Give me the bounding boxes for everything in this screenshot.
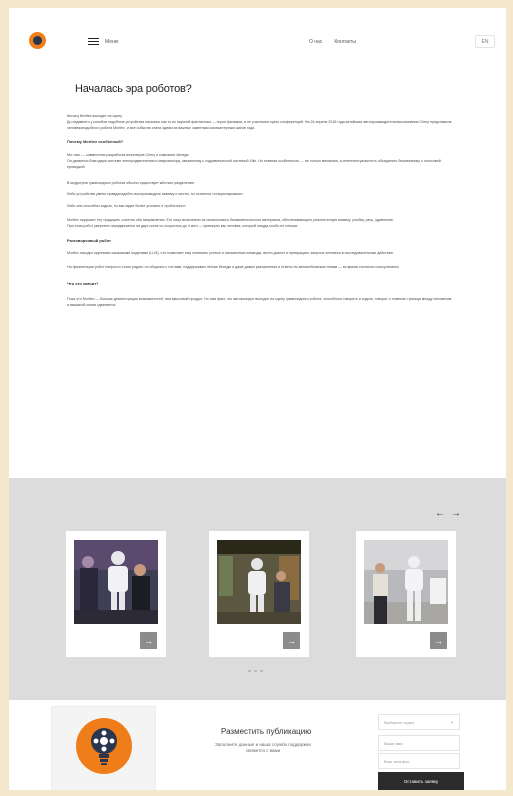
open-card-button[interactable]: → [430, 632, 447, 649]
article-subheading: Почему Moritex особенный? [67, 139, 124, 145]
chevron-down-icon: ⌄ [449, 719, 454, 725]
department-select[interactable]: Выберите отдел ⌄ [378, 714, 460, 730]
language-switch[interactable]: EN [475, 35, 495, 48]
arrow-left-icon[interactable]: ← [435, 509, 445, 519]
department-select-placeholder: Выберите отдел [384, 719, 415, 725]
top-nav: О нас Контакты [309, 39, 356, 45]
site-logo[interactable] [29, 32, 46, 49]
article-paragraph: Либо они способны ходить, но выглядят бо… [67, 204, 187, 209]
page: Меню О нас Контакты EN Началась эра робо… [9, 8, 506, 790]
nav-about[interactable]: О нас [309, 39, 322, 45]
article-paragraph: Он движется благодаря системе электродви… [67, 158, 441, 169]
open-card-button[interactable]: → [283, 632, 300, 649]
footer-logo [51, 706, 156, 790]
carousel-dot[interactable] [260, 670, 263, 672]
article-body: Китаец Moritex выходит на сцену До недав… [67, 114, 452, 308]
robot-photo [364, 540, 448, 624]
submit-button[interactable]: Оставить заявку [378, 772, 464, 790]
gallery-card[interactable]: → [66, 531, 166, 657]
bulb-film-icon [76, 718, 132, 774]
publish-title: Разместить публикацию [221, 727, 312, 736]
carousel-dot[interactable] [254, 670, 257, 672]
name-field[interactable]: Ваше имя [378, 735, 460, 751]
article-paragraph: На презентации робот непросто стоял рядо… [67, 265, 400, 270]
article-paragraph: При этом робот уверенно передвигается на… [67, 223, 299, 228]
article-paragraph: В индустрии гуманоидных роботов обычно с… [67, 180, 195, 185]
phone-field-placeholder: Ваш телефон [384, 758, 410, 764]
robot-photo [74, 540, 158, 624]
gallery-card[interactable]: → [209, 531, 309, 657]
publish-section: Разместить публикацию Заполните данные и… [9, 700, 506, 790]
gallery-card[interactable]: → [356, 531, 456, 657]
publish-subtitle: Заполните данные и наша служба поддержки… [215, 742, 311, 753]
carousel-dots [248, 670, 263, 672]
article-paragraph: Пока что Moritex — больше демонстрация в… [67, 296, 452, 307]
article-paragraph: Moritex находит крупными языковыми модел… [67, 251, 394, 256]
gallery-arrows: ← → [435, 509, 461, 519]
robot-photo [217, 540, 301, 624]
article-paragraph: Либо устройства умеют правдоподобно восп… [67, 192, 244, 197]
hamburger-icon [88, 38, 99, 45]
article-paragraph: До недавнего у колобов подобные устройст… [67, 119, 452, 130]
menu-button[interactable]: Меню [88, 38, 119, 45]
carousel-dot[interactable] [248, 670, 251, 672]
phone-field[interactable]: Ваш телефон [378, 753, 460, 769]
menu-label: Меню [105, 38, 119, 45]
article-title: Началась эра роботов? [75, 83, 192, 95]
name-field-placeholder: Ваше имя [384, 740, 403, 746]
article-subheading: Разговорчивый робот [67, 237, 112, 243]
open-card-button[interactable]: → [140, 632, 157, 649]
arrow-right-icon[interactable]: → [451, 509, 461, 519]
article-subheading: Что это значит? [67, 280, 99, 286]
photo-gallery: ← → → → → [9, 478, 506, 700]
nav-contacts[interactable]: Контакты [334, 39, 356, 45]
